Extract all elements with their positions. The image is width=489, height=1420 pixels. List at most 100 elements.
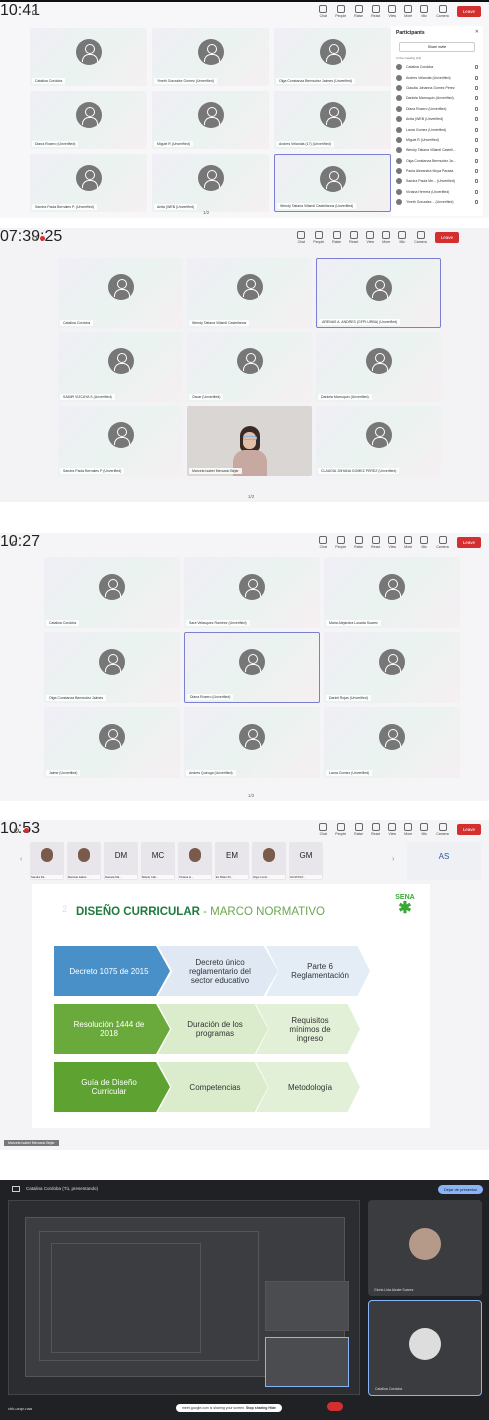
react-button[interactable]: React: [349, 231, 358, 244]
participant-thumb[interactable]: DM Daniela Ma...: [104, 842, 138, 880]
participant-row[interactable]: Laura Gomez (Unverified): [391, 124, 483, 134]
participant-tile[interactable]: Olga Constanza Bermudez Jaimes: [44, 632, 180, 703]
participant-row[interactable]: Paola Alexandra Moya Parada: [391, 166, 483, 176]
participant-row[interactable]: Wendy Tatiana Villamil Castell...: [391, 145, 483, 155]
react-button[interactable]: React: [371, 823, 380, 836]
participant-row[interactable]: Yineth Gonzalez... (Unverified): [391, 197, 483, 207]
participant-row[interactable]: Anita (WEB (Unverified): [391, 114, 483, 124]
pager[interactable]: 1/2: [203, 210, 209, 215]
participant-tile[interactable]: Maria Alejandra Losada Suarez: [324, 557, 460, 628]
mic-icon[interactable]: [475, 137, 478, 142]
mic-button[interactable]: Mic: [420, 536, 429, 549]
participant-tile[interactable]: Andres Quiroga (Unverified): [184, 707, 320, 778]
stop-presenting-button[interactable]: Dejar de presentar: [437, 1185, 483, 1194]
participant-tile[interactable]: Catalina Cordoba: [44, 557, 180, 628]
close-icon[interactable]: ✕: [475, 29, 479, 35]
participant-tile[interactable]: Catalina Cordoba: [30, 28, 147, 86]
mic-icon[interactable]: [475, 96, 478, 101]
react-button[interactable]: React: [371, 536, 380, 549]
mic-button[interactable]: Mic: [420, 823, 429, 836]
people-button[interactable]: People: [313, 231, 324, 244]
participant-tile[interactable]: Diana Rosero (Unverified): [30, 91, 147, 149]
mic-icon[interactable]: [475, 189, 478, 194]
more-button[interactable]: More: [404, 5, 413, 18]
participant-tile[interactable]: Daniela Marroquin (Unverified): [316, 332, 441, 402]
camera-button[interactable]: Camera: [436, 536, 449, 549]
mic-icon[interactable]: [475, 179, 478, 184]
participant-row[interactable]: Catalina Cordoba: [391, 62, 483, 72]
react-button[interactable]: React: [371, 5, 380, 18]
participant-row[interactable]: Diana Rosero (Unverified): [391, 104, 483, 114]
hide-button[interactable]: Hide: [268, 1406, 276, 1410]
participant-tile[interactable]: Miguel R (Unverified): [152, 91, 269, 149]
raise-button[interactable]: Raise: [354, 823, 363, 836]
view-button[interactable]: View: [388, 536, 397, 549]
mic-icon[interactable]: [475, 117, 478, 122]
people-button[interactable]: People: [335, 536, 346, 549]
participant-row[interactable]: Olga Constanza Bermudez Ja...: [391, 156, 483, 166]
participant-tile[interactable]: Jaime (Unverified): [44, 707, 180, 778]
mic-icon[interactable]: [475, 169, 478, 174]
participant-tile[interactable]: Sara Velasquez Ramirez (Unverified): [184, 557, 320, 628]
more-button[interactable]: More: [404, 536, 413, 549]
strip-prev-icon[interactable]: ‹: [20, 856, 22, 863]
mic-button[interactable]: Mic: [420, 5, 429, 18]
participant-tile[interactable]: Yineth Gonzalez Gomez (Unverified): [152, 28, 269, 86]
camera-button[interactable]: Camera: [436, 5, 449, 18]
participant-row[interactable]: Daniela Marroquin (Unverified): [391, 93, 483, 103]
participant-tile[interactable]: CLAUDIA JOHANA GOMEZ PEREZ (Unverified): [316, 406, 441, 476]
share-invite-button[interactable]: Share invite: [399, 42, 475, 52]
participant-row[interactable]: Claudia Johanna Gomez Perez: [391, 83, 483, 93]
pager[interactable]: 1/2: [248, 793, 254, 798]
participant-tile[interactable]: Andres Velandia (17) (Unverified): [274, 91, 391, 149]
participant-tile[interactable]: Sandra Paola Bernales P (Unverified): [58, 406, 183, 476]
participant-tile[interactable]: Daniel Rojas (Unverified): [324, 632, 460, 703]
people-button[interactable]: People: [335, 823, 346, 836]
participant-tile[interactable]: Sandra Paola Bernales P. (Unverified): [30, 154, 147, 212]
participant-tile[interactable]: Wendy Tatiana Villamil Castellanos (Unve…: [274, 154, 391, 212]
mic-icon[interactable]: [475, 75, 478, 80]
mic-button[interactable]: Mic: [398, 231, 407, 244]
more-button[interactable]: More: [404, 823, 413, 836]
participant-thumb[interactable]: Olga Const...: [252, 842, 286, 880]
participant-tile[interactable]: Laura Gomez (Unverified): [324, 707, 460, 778]
participant-row[interactable]: Miguel R (Unverified): [391, 135, 483, 145]
view-button[interactable]: View: [388, 823, 397, 836]
participant-thumb[interactable]: Viviana H...: [178, 842, 212, 880]
participant-tile[interactable]: Diana Rosero (Unverified): [184, 632, 320, 703]
participant-thumb[interactable]: GM GUSTAVO...: [289, 842, 323, 880]
mic-icon[interactable]: [475, 158, 478, 163]
participant-tile[interactable]: ARENAS A. ANDRES (GFPI-URBA) (Unverified…: [316, 258, 441, 328]
more-button[interactable]: More: [382, 231, 391, 244]
raise-button[interactable]: Raise: [354, 536, 363, 549]
people-button[interactable]: People: [335, 5, 346, 18]
participant-tile[interactable]: Anita (WEB (Unverified): [152, 154, 269, 212]
participant-row[interactable]: Andres Velandia (Unverified): [391, 72, 483, 82]
leave-button[interactable]: Leave: [456, 537, 481, 548]
participant-tile[interactable]: Catalina Cordoba: [58, 258, 183, 328]
end-call-button[interactable]: [327, 1402, 343, 1411]
participant-tile[interactable]: SAMIR VIZCAYA S (Unverified): [58, 332, 183, 402]
mic-icon[interactable]: [475, 85, 478, 90]
raise-button[interactable]: Raise: [332, 231, 341, 244]
mic-icon[interactable]: [475, 106, 478, 111]
participant-tile[interactable]: Marcela Isabel Mercado Bejar: [187, 406, 312, 476]
mic-icon[interactable]: [475, 127, 478, 132]
participant-row[interactable]: Viviana Herrera (Unverified): [391, 187, 483, 197]
camera-button[interactable]: Camera: [414, 231, 427, 244]
participant-thumb[interactable]: MC Miledy Cab...: [141, 842, 175, 880]
mic-icon[interactable]: [475, 65, 478, 70]
camera-button[interactable]: Camera: [436, 823, 449, 836]
participant-thumb[interactable]: Marcela Isabel...: [67, 842, 101, 880]
leave-button[interactable]: Leave: [456, 824, 481, 835]
view-button[interactable]: View: [366, 231, 375, 244]
participant-tile[interactable]: Olga Constanza Bermudez Jaimes (Unverifi…: [274, 28, 391, 86]
chat-button[interactable]: Chat: [319, 823, 328, 836]
leave-button[interactable]: Leave: [434, 232, 459, 243]
view-button[interactable]: View: [388, 5, 397, 18]
participant-row[interactable]: Sandra Paola Me... (Unverified): [391, 176, 483, 186]
stop-sharing-button[interactable]: Stop sharing: [246, 1406, 267, 1410]
strip-next-icon[interactable]: ›: [392, 856, 394, 863]
participant-tile[interactable]: Oscar (Unverified): [187, 332, 312, 402]
participant-tile[interactable]: Wendy Tatiana Villamil Castellanos: [187, 258, 312, 328]
